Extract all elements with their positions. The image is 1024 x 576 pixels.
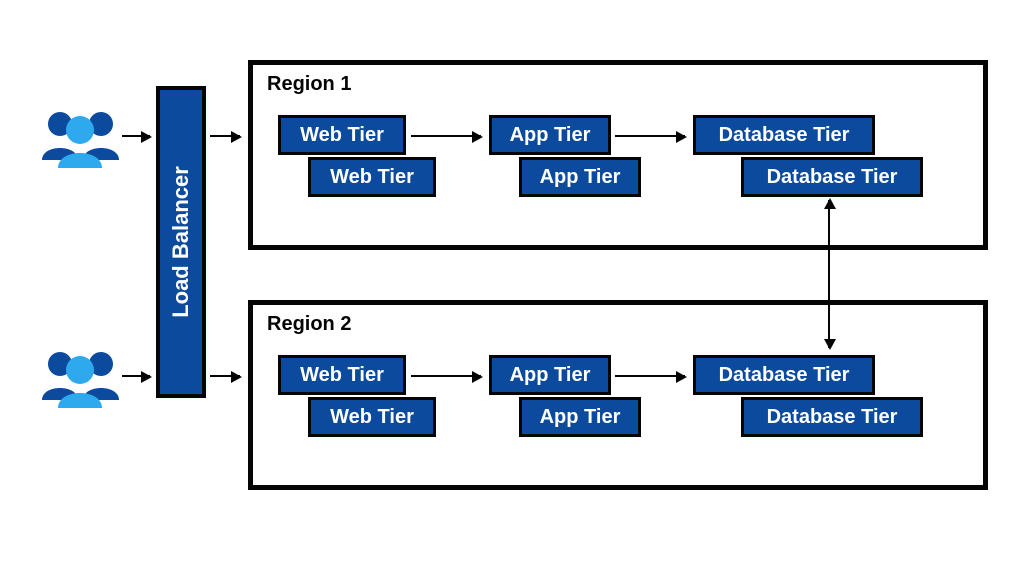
arrow-right-icon: [210, 135, 240, 137]
app-tier-box: App Tier: [519, 397, 641, 437]
app-tier-box: App Tier: [489, 115, 611, 155]
web-tier-box: Web Tier: [308, 157, 436, 197]
load-balancer-label: Load Balancer: [168, 166, 194, 318]
load-balancer: Load Balancer: [156, 86, 206, 398]
app-tier-box: App Tier: [519, 157, 641, 197]
users-icon: [38, 348, 123, 408]
arrow-right-icon: [615, 135, 685, 137]
arrow-right-icon: [615, 375, 685, 377]
db-tier-box: Database Tier: [741, 157, 923, 197]
web-tier-box: Web Tier: [278, 115, 406, 155]
architecture-diagram: Load Balancer Region 1 Web Tier Web Tier…: [0, 0, 1024, 576]
users-icon: [38, 108, 123, 168]
arrow-right-icon: [411, 135, 481, 137]
region-1: Region 1 Web Tier Web Tier App Tier App …: [248, 60, 988, 250]
db-tier-box: Database Tier: [693, 115, 875, 155]
db-tier-box: Database Tier: [741, 397, 923, 437]
region-title: Region 1: [267, 73, 351, 96]
arrow-right-icon: [411, 375, 481, 377]
db-tier-box: Database Tier: [693, 355, 875, 395]
arrow-vertical-double-icon: [828, 200, 830, 348]
web-tier-box: Web Tier: [308, 397, 436, 437]
arrow-right-icon: [122, 135, 150, 137]
app-tier-box: App Tier: [489, 355, 611, 395]
arrow-right-icon: [210, 375, 240, 377]
arrow-right-icon: [122, 375, 150, 377]
region-2: Region 2 Web Tier Web Tier App Tier App …: [248, 300, 988, 490]
web-tier-box: Web Tier: [278, 355, 406, 395]
region-title: Region 2: [267, 313, 351, 336]
